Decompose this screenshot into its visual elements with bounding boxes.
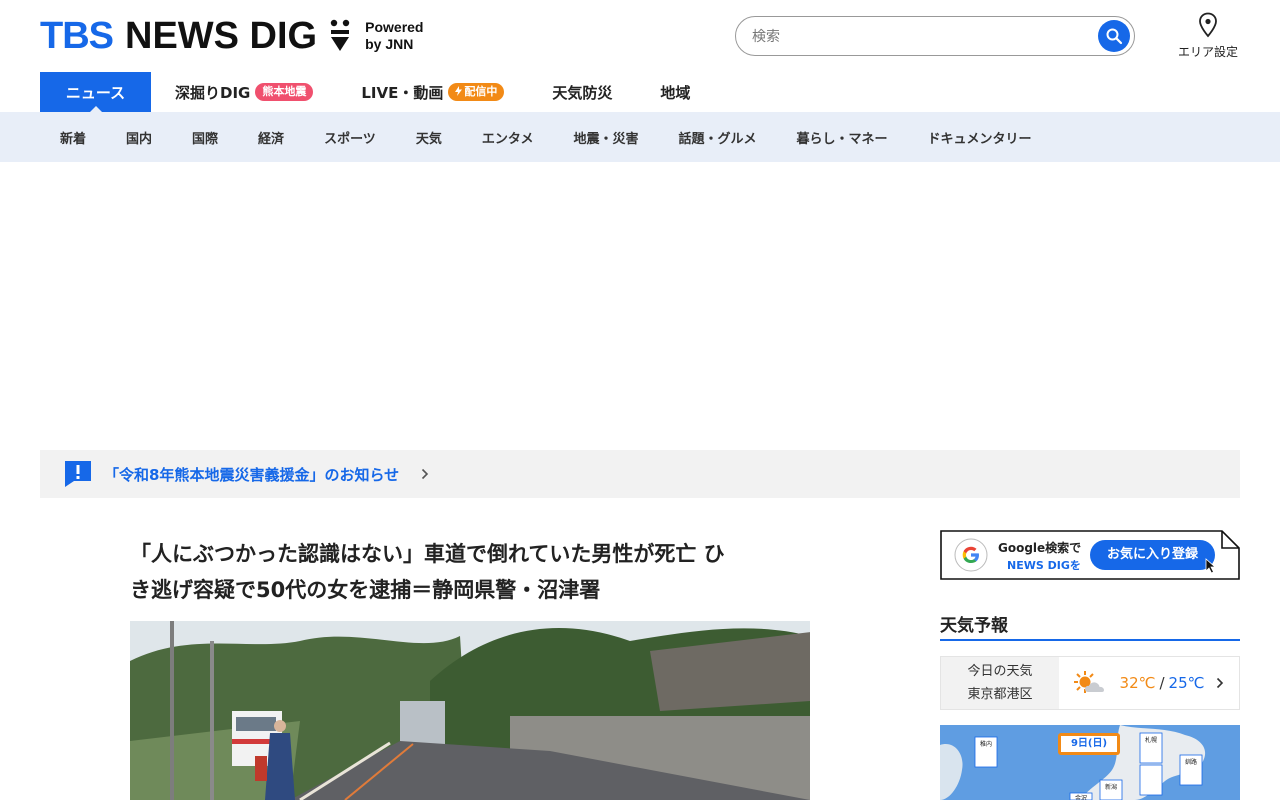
google-logo-icon (954, 538, 988, 572)
nav-news-label: ニュース (65, 83, 126, 102)
subnav-item-earthquake-disaster[interactable]: 地震・災害 (573, 128, 638, 147)
location-pin-icon (1199, 12, 1217, 38)
chevron-right-icon (1217, 677, 1224, 689)
nav-live-video[interactable]: LIVE・動画 配信中 (361, 72, 505, 112)
search-box (735, 16, 1135, 56)
article-title-line2: き逃げ容疑で50代の女を逮捕＝静岡県警・沼津署 (130, 578, 601, 602)
notice-bar[interactable]: 「令和8年熊本地震災害義援金」のお知らせ (40, 450, 1240, 498)
powered-line1: Powered (365, 19, 424, 35)
subnav-item-life-money[interactable]: 暮らし・マネー (796, 128, 887, 147)
nav-weather-disaster[interactable]: 天気防災 (552, 72, 612, 112)
nav-news[interactable]: ニュース (40, 72, 151, 112)
site-logo[interactable]: TBS NEWS DIG Powered by JNN (40, 14, 423, 58)
today-weather-card[interactable]: 今日の天気 東京都港区 32℃ / 25℃ (940, 656, 1240, 710)
temp-high: 32℃ (1119, 674, 1156, 692)
weather-forecast-heading: 天気予報 (940, 611, 1240, 641)
weather-map-city-kushiro: 釧路 (1184, 759, 1197, 766)
favorite-register-button[interactable]: お気に入り登録 (1090, 540, 1215, 570)
weather-map-city-kanazawa: 金沢 (1074, 795, 1087, 800)
weather-map-city-niigata: 新潟 (1104, 784, 1117, 791)
subnav-item-topics-gourmet[interactable]: 話題・グルメ (678, 128, 756, 147)
nav-region-label: 地域 (660, 83, 691, 102)
dig-mark-icon (330, 19, 350, 51)
article-title-line1: 「人にぶつかった認識はない」車道で倒れていた男性が死亡 ひ (130, 542, 725, 566)
site-header: TBS NEWS DIG Powered by JNN エリア設定 (0, 0, 1280, 72)
article-photo-scene (130, 621, 810, 800)
live-streaming-badge: 配信中 (448, 83, 505, 101)
powered-line2: by JNN (365, 36, 414, 52)
notice-text: 「令和8年熊本地震災害義援金」のお知らせ (104, 465, 400, 484)
subnav-item-entertainment[interactable]: エンタメ (482, 128, 534, 147)
today-weather-label: 今日の天気 (967, 664, 1033, 679)
logo-news-dig: NEWS DIG (125, 15, 318, 57)
area-setting-button[interactable]: エリア設定 (1172, 12, 1244, 60)
lightning-icon (455, 86, 463, 96)
chevron-right-icon (422, 468, 429, 480)
article-title: 「人にぶつかった認識はない」車道で倒れていた男性が死亡 ひ き逃げ容疑で50代の… (130, 536, 820, 608)
weather-map-date: 9日(日) (1070, 738, 1108, 749)
exclamation-speech-icon (65, 461, 91, 487)
google-banner-line1: Google検索で (998, 541, 1082, 555)
google-favorite-banner[interactable]: Google検索で NEWS DIGを お気に入り登録 (940, 530, 1240, 580)
subnav-item-sports[interactable]: スポーツ (324, 128, 376, 147)
subnav-item-economy[interactable]: 経済 (258, 128, 284, 147)
area-setting-label: エリア設定 (1177, 45, 1238, 59)
weather-map-city-wakkanai: 稚内 (979, 741, 992, 748)
search-button[interactable] (1098, 20, 1130, 52)
sunny-cloudy-icon (1073, 671, 1104, 693)
cursor-arrow-icon (1205, 558, 1217, 574)
powered-by-jnn: Powered by JNN (365, 19, 423, 53)
nav-region[interactable]: 地域 (660, 72, 690, 112)
nav-weather-label: 天気防災 (552, 83, 613, 102)
temp-separator: / (1159, 674, 1165, 692)
weather-location: 東京都港区 (967, 687, 1033, 702)
weather-map-city-sapporo: 札幌 (1144, 737, 1157, 744)
category-subnav: 新着 国内 国際 経済 スポーツ 天気 エンタメ 地震・災害 話題・グルメ 暮ら… (0, 112, 1280, 162)
google-banner-line2: NEWS DIGを (1007, 559, 1081, 572)
weather-map[interactable]: 9日(日) 稚内 札幌 釧路 新潟 金沢 (940, 725, 1240, 800)
article-photo (130, 621, 810, 800)
nav-live-label: LIVE・動画 (361, 83, 444, 102)
live-badge-label: 配信中 (464, 85, 498, 98)
subnav-item-international[interactable]: 国際 (192, 128, 218, 147)
today-weather-label-box: 今日の天気 東京都港区 (941, 657, 1059, 709)
temp-low: 25℃ (1168, 674, 1205, 692)
search-input[interactable] (752, 26, 1082, 48)
subnav-item-weather[interactable]: 天気 (416, 128, 442, 147)
nav-fukabori-label: 深掘りDIG (175, 83, 251, 102)
main-nav: ニュース 深掘りDIG 熊本地震 LIVE・動画 配信中 天気防災 地域 (40, 72, 690, 112)
search-icon (1106, 28, 1123, 45)
subnav-item-new[interactable]: 新着 (60, 128, 86, 147)
logo-tbs: TBS (40, 15, 114, 57)
subnav-item-domestic[interactable]: 国内 (126, 128, 152, 147)
nav-fukabori-dig[interactable]: 深掘りDIG 熊本地震 (175, 72, 314, 112)
today-weather-values: 32℃ / 25℃ (1059, 657, 1239, 709)
kumamoto-earthquake-badge: 熊本地震 (255, 83, 314, 101)
subnav-item-documentary[interactable]: ドキュメンタリー (928, 128, 1032, 147)
